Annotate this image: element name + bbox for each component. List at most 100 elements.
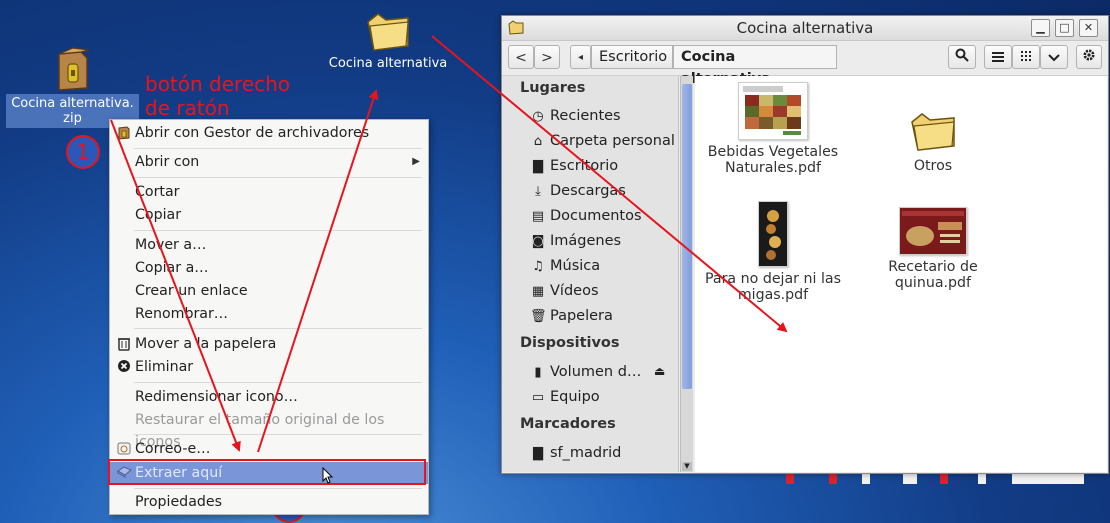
view-options-button[interactable] <box>1040 45 1068 69</box>
close-button[interactable]: ✕ <box>1079 19 1098 37</box>
file-item[interactable]: Para no dejar ni las migas.pdf <box>698 201 848 303</box>
menu-item-label: Mover a… <box>135 237 207 253</box>
folder-icon: ▇ <box>533 446 543 461</box>
sidebar-item-papelera[interactable]: 🗑︎ Papelera <box>530 306 613 326</box>
folder-label: Cocina alternativa <box>328 56 448 71</box>
menu-item-restore-icon-size: Restaurar el tamaño original de los icon… <box>110 409 428 450</box>
delete-icon <box>116 359 132 375</box>
folder-item[interactable]: Otros <box>858 110 1008 174</box>
menu-item-open-with[interactable]: Abrir con ▶ <box>110 151 428 173</box>
folder-name: Otros <box>913 158 953 174</box>
sidebar-item-documentos[interactable]: ▤ Documentos <box>530 206 642 226</box>
menu-item-move-to-trash[interactable]: Mover a la papelera <box>110 333 428 355</box>
window-toolbar: < > ◂ Escritorio Cocina alternativa ▸ <box>502 41 1108 87</box>
sidebar-item-label: Documentos <box>550 208 642 224</box>
sidebar-item-label: Imágenes <box>550 233 622 249</box>
menu-item-label: Propiedades <box>135 494 223 510</box>
menu-item-delete[interactable]: Eliminar <box>110 356 428 378</box>
forward-button[interactable]: > <box>534 45 560 69</box>
sidebar-item-label: Volumen d… <box>550 364 642 380</box>
file-item[interactable]: Bebidas Vegetales Naturales.pdf <box>698 82 848 176</box>
desktop-deco <box>786 474 794 484</box>
menu-separator <box>134 488 422 489</box>
menu-item-move-to[interactable]: Mover a… <box>110 234 428 256</box>
sidebar-item-recientes[interactable]: ◷ Recientes <box>530 106 621 126</box>
breadcrumb-current[interactable]: Cocina alternativa ▸ <box>673 45 837 87</box>
menu-item-label: Correo-e… <box>135 441 211 457</box>
folder-desktop-icon[interactable]: Cocina alternativa <box>318 8 458 71</box>
sidebar-item-label: Equipo <box>550 389 600 405</box>
file-name-line2: Naturales.pdf <box>725 160 821 176</box>
file-name-line1: Bebidas Vegetales <box>707 144 839 160</box>
menu-item-label: Redimensionar icono… <box>135 389 298 405</box>
breadcrumb-left-arrow[interactable]: ◂ <box>570 45 591 69</box>
file-item[interactable]: Recetario de quinua.pdf <box>858 207 1008 291</box>
menu-item-label: Copiar <box>135 207 182 223</box>
menu-item-label: Mover a la papelera <box>135 336 277 352</box>
sidebar-item-musica[interactable]: ♫ Música <box>530 256 600 276</box>
sidebar-item-label: Carpeta personal <box>550 133 675 149</box>
sidebar-item-label: Recientes <box>550 108 621 124</box>
grid-view-button[interactable] <box>1012 45 1040 69</box>
menu-item-open-archive-manager[interactable]: Abrir con Gestor de archivadores <box>110 122 428 144</box>
sidebar-item-videos[interactable]: ▦ Vídeos <box>530 281 599 301</box>
menu-item-label: Renombrar… <box>135 306 228 322</box>
eject-icon[interactable]: ⏏ <box>654 364 665 378</box>
settings-button[interactable] <box>1076 45 1102 69</box>
menu-item-rename[interactable]: Renombrar… <box>110 303 428 325</box>
menu-item-label: Eliminar <box>135 359 194 375</box>
camera-icon: ◙ <box>531 234 545 249</box>
menu-item-resize-icon[interactable]: Redimensionar icono… <box>110 386 428 408</box>
window-titlebar[interactable]: Cocina alternativa ▁ □ ✕ <box>502 16 1108 41</box>
back-button[interactable]: < <box>508 45 534 69</box>
menu-item-copy[interactable]: Copiar <box>110 204 428 226</box>
sidebar-item-sf-madrid[interactable]: ▇ sf_madrid <box>530 443 621 463</box>
minimize-button[interactable]: ▁ <box>1031 19 1050 37</box>
list-view-button[interactable] <box>984 45 1012 69</box>
mouse-cursor-icon <box>322 466 334 489</box>
home-icon: ⌂ <box>533 134 543 149</box>
pdf-thumbnail <box>738 82 808 140</box>
gear-icon <box>1083 49 1095 61</box>
sidebar-item-equipo[interactable]: ▭ Equipo <box>530 387 600 407</box>
maximize-button[interactable]: □ <box>1055 19 1074 37</box>
breadcrumb-escritorio[interactable]: Escritorio <box>591 45 673 69</box>
sidebar-item-label: Vídeos <box>550 283 599 299</box>
desktop-deco <box>1012 474 1084 484</box>
menu-item-properties[interactable]: Propiedades <box>110 491 428 513</box>
sidebar-item-escritorio[interactable]: ▇ Escritorio <box>530 156 618 176</box>
desktop-deco <box>862 474 870 484</box>
window-title: Cocina alternativa <box>736 19 874 37</box>
menu-item-cut[interactable]: Cortar <box>110 181 428 203</box>
menu-item-copy-to[interactable]: Copiar a… <box>110 257 428 279</box>
sidebar-item-descargas[interactable]: ⤓ Descargas <box>530 181 626 201</box>
menu-item-email[interactable]: Correo-e… <box>110 438 428 460</box>
scrollbar-thumb[interactable] <box>682 84 692 389</box>
context-menu: Abrir con Gestor de archivadores Abrir c… <box>109 119 429 515</box>
folder-icon: ▇ <box>533 159 543 174</box>
desktop-deco <box>829 474 837 484</box>
list-icon <box>992 52 1004 62</box>
sidebar-scrollbar[interactable]: ▼ <box>680 76 693 472</box>
menu-item-make-link[interactable]: Crear un enlace <box>110 280 428 302</box>
annotation-line2: de ratón <box>145 96 230 120</box>
desktop-deco <box>903 474 917 484</box>
music-icon: ♫ <box>532 259 544 274</box>
zip-archive-icon <box>51 46 95 92</box>
search-button[interactable] <box>948 45 976 69</box>
grid-icon <box>1021 51 1031 61</box>
menu-separator <box>134 382 422 383</box>
folder-icon <box>908 110 958 154</box>
sidebar-item-volumen[interactable]: ▮ Volumen d… <box>530 362 641 382</box>
sidebar-item-home[interactable]: ⌂ Carpeta personal <box>530 131 675 151</box>
clock-icon: ◷ <box>532 109 544 124</box>
scroll-down-arrow-icon[interactable]: ▼ <box>682 462 692 471</box>
file-manager-window: Cocina alternativa ▁ □ ✕ < > ◂ Escritori… <box>501 15 1109 474</box>
pdf-thumbnail <box>758 201 788 267</box>
desktop-deco <box>978 474 986 484</box>
menu-item-label: Cortar <box>135 184 180 200</box>
sidebar-item-imagenes[interactable]: ◙ Imágenes <box>530 231 621 251</box>
menu-item-label: Abrir con Gestor de archivadores <box>135 125 370 141</box>
desktop-deco <box>940 474 948 484</box>
folder-icon <box>364 8 412 54</box>
